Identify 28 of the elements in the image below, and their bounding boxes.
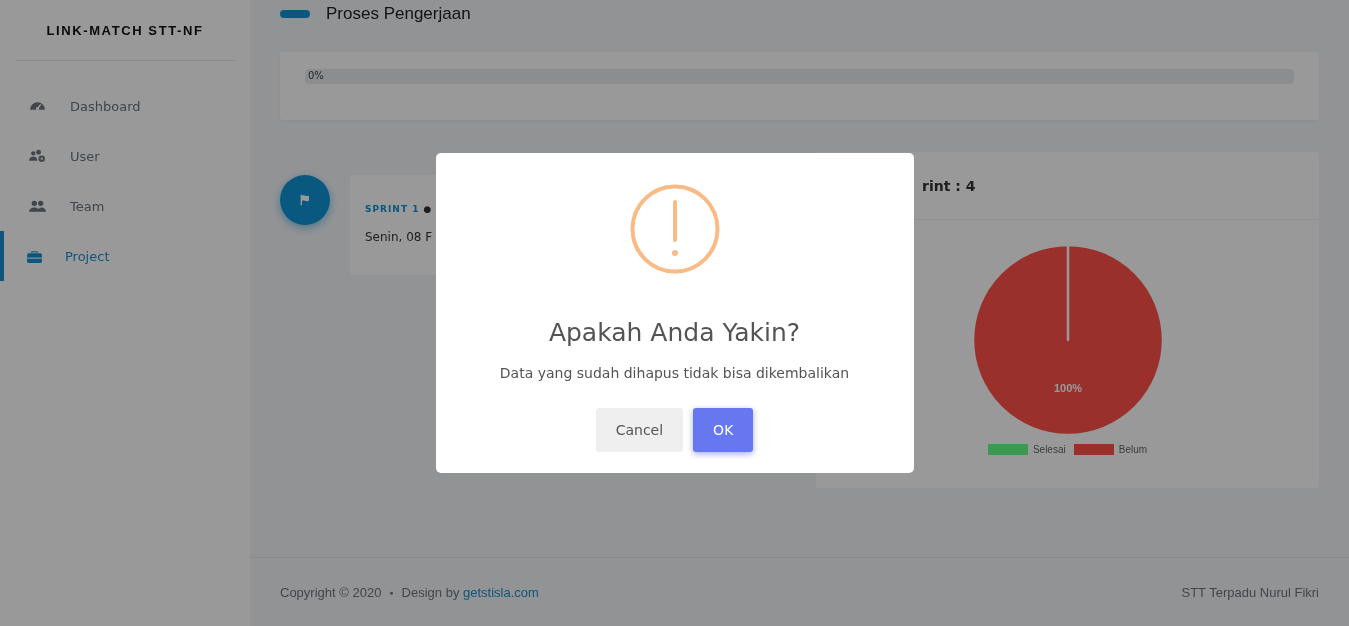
sidebar-item[interactable]: Project: [0, 231, 250, 281]
section-title: Proses Pengerjaan: [326, 4, 471, 24]
sidebar-item[interactable]: User: [0, 131, 250, 181]
brand-title: LINK-MATCH STT-NF: [15, 0, 235, 61]
cancel-button[interactable]: Cancel: [595, 408, 684, 452]
dialog-title: Apakah Anda Yakin?: [548, 318, 801, 347]
sprint-title: SPRINT 1: [365, 204, 420, 214]
legend-label: Selesai: [1032, 444, 1066, 455]
chart-title: rint : 4: [922, 177, 976, 194]
legend-label: Belum: [1118, 444, 1148, 455]
flag-icon: [280, 175, 330, 225]
confirm-button[interactable]: OK: [693, 408, 754, 452]
progress-label: 0%: [308, 70, 324, 81]
legend-swatch: [1073, 444, 1114, 455]
design-credit: Design by getstisla.com: [401, 584, 539, 600]
copyright-text: Copyright © 2020: [280, 584, 382, 600]
footer-right-text: STT Terpadu Nurul Fikri: [1181, 584, 1319, 600]
warning-icon: [629, 184, 720, 274]
dialog-message: Data yang sudah dihapus tidak bisa dikembalikan: [499, 365, 850, 381]
section-marker: [280, 10, 310, 18]
separator-dot: ●: [423, 204, 432, 214]
slice-label: 100%: [1053, 381, 1082, 394]
sprint-date: Senin, 08 F: [365, 230, 434, 244]
credit-link[interactable]: getstisla.com: [463, 584, 539, 600]
users-gear-icon: [29, 147, 46, 165]
legend-swatch: [987, 444, 1028, 455]
sidebar-item[interactable]: Team: [0, 181, 250, 231]
sidebar-item[interactable]: Dashboard: [0, 81, 250, 131]
